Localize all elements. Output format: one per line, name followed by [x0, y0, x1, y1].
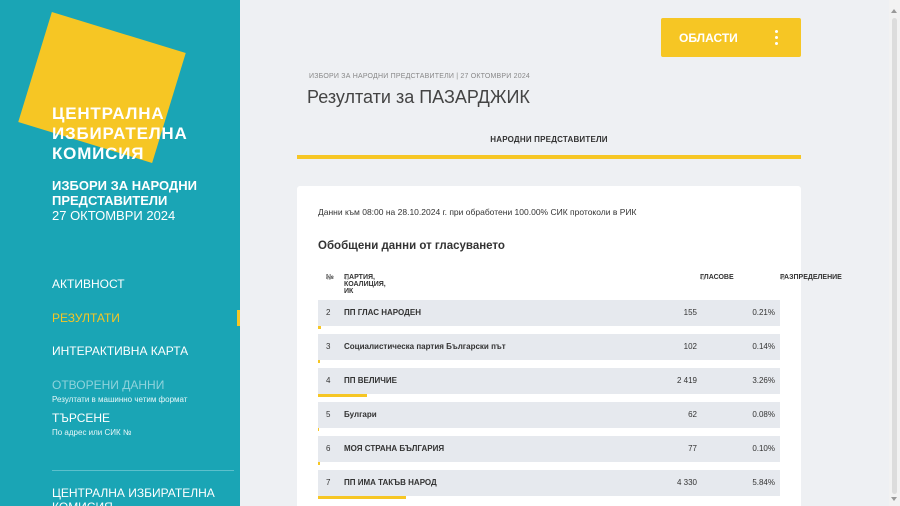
row-number: 4 [326, 376, 331, 385]
sidebar: ЦЕНТРАЛНА ИЗБИРАТЕЛНА КОМИСИЯ ИЗБОРИ ЗА … [0, 0, 240, 506]
sort-icon: ⇅ [326, 275, 332, 282]
row-party: ПП ИМА ТАКЪВ НАРОД [344, 478, 437, 487]
row-votes: 77 [688, 444, 697, 453]
row-party: МОЯ СТРАНА БЪЛГАРИЯ [344, 444, 445, 453]
results-card: Данни към 08:00 на 28.10.2024 г. при обр… [297, 186, 842, 506]
table-row: 3 Социалистическа партия Български път 1… [318, 334, 780, 363]
row-party: Социалистическа партия Български път [344, 342, 506, 351]
share-bar [318, 326, 321, 329]
results-heading: Обобщени данни от гласуването [318, 240, 505, 252]
tab-active-indicator [297, 155, 801, 159]
sidebar-item-activity[interactable]: АКТИВНОСТ [0, 276, 240, 310]
row-votes: 62 [688, 410, 697, 419]
sidebar-item-sublabel: По адрес или СИК № [52, 428, 132, 437]
sidebar-item-search[interactable]: ТЪРСЕНЕ По адрес или СИК № [0, 410, 240, 444]
sidebar-divider [52, 470, 234, 471]
election-date: 27 ОКТОМВРИ 2024 [52, 208, 176, 223]
tab-national-representatives[interactable]: НАРОДНИ ПРЕДСТАВИТЕЛИ [297, 126, 801, 144]
sidebar-item-label: ОТВОРЕНИ ДАННИ [52, 377, 165, 392]
sidebar-item-label: АКТИВНОСТ [52, 277, 125, 291]
sidebar-item-label: ТЪРСЕНЕ [52, 411, 111, 425]
tab-bar: НАРОДНИ ПРЕДСТАВИТЕЛИ [297, 126, 801, 159]
row-number: 3 [326, 342, 331, 351]
row-percentage: 0.14% [752, 342, 775, 351]
logo[interactable]: ЦЕНТРАЛНА ИЗБИРАТЕЛНА КОМИСИЯ [52, 104, 188, 164]
sort-icon: ⇅ [700, 275, 706, 282]
data-status-note: Данни към 08:00 на 28.10.2024 г. при обр… [318, 207, 637, 217]
sidebar-item-open-data[interactable]: ОТВОРЕНИ ДАННИ Резултати в машинно четим… [0, 377, 240, 411]
share-bar [318, 462, 320, 465]
scroll-down-icon[interactable] [891, 497, 897, 501]
election-title: ИЗБОРИ ЗА НАРОДНИ ПРЕДСТАВИТЕЛИ [52, 178, 197, 208]
row-percentage: 0.08% [752, 410, 775, 419]
scroll-up-icon[interactable] [891, 9, 897, 13]
table-row: 4 ПП ВЕЛИЧИЕ 2 419 3.26% [318, 368, 780, 397]
sidebar-item-interactive-map[interactable]: ИНТЕРАКТИВНА КАРТА [0, 343, 240, 377]
sidebar-item-label: ИНТЕРАКТИВНА КАРТА [52, 344, 189, 358]
row-votes: 4 330 [676, 478, 697, 487]
share-bar [318, 496, 406, 499]
logo-line-3: КОМИСИЯ [52, 144, 145, 163]
share-bar [318, 394, 367, 397]
row-percentage: 0.10% [752, 444, 775, 453]
row-party: ПП ВЕЛИЧИЕ [344, 376, 397, 385]
row-percentage: 0.21% [752, 308, 775, 317]
table-row: 5 Булгари 62 0.08% [318, 402, 780, 431]
regions-button[interactable]: ОБЛАСТИ [661, 18, 801, 57]
row-party: ПП ГЛАС НАРОДЕН [344, 308, 421, 317]
sidebar-item-sublabel: Резултати в машинно четим формат [52, 394, 188, 404]
sort-icon: ⇅ [780, 275, 786, 282]
row-number: 6 [326, 444, 331, 453]
logo-line-1: ЦЕНТРАЛНА [52, 104, 165, 123]
row-votes: 102 [683, 342, 697, 351]
table-row: 6 МОЯ СТРАНА БЪЛГАРИЯ 77 0.10% [318, 436, 780, 465]
row-party: Булгари [344, 410, 377, 419]
sort-icon: ⇅ [344, 275, 350, 282]
page-scrollbar[interactable] [889, 0, 900, 506]
row-number: 2 [326, 308, 331, 317]
sidebar-item-cik[interactable]: ЦЕНТРАЛНА ИЗБИРАТЕЛНА КОМИСИЯ [52, 486, 232, 506]
breadcrumb: ИЗБОРИ ЗА НАРОДНИ ПРЕДСТАВИТЕЛИ | 27 ОКТ… [309, 73, 531, 80]
share-bar [318, 428, 319, 431]
sidebar-item-label: РЕЗУЛТАТИ [52, 310, 120, 325]
row-votes: 155 [683, 308, 697, 317]
sidebar-item-results[interactable]: РЕЗУЛТАТИ [0, 309, 240, 344]
table-header: № ⇅ ПАРТИЯ, КОАЛИЦИЯ, ИК ⇅ ГЛАСОВЕ ⇅ РАЗПРЕ… [326, 274, 842, 295]
row-number: 7 [326, 478, 331, 487]
row-percentage: 3.26% [752, 376, 775, 385]
regions-button-label: ОБЛАСТИ [679, 30, 738, 45]
row-votes: 2 419 [676, 376, 697, 385]
page-title: Резултати за ПАЗАРДЖИК [307, 87, 530, 107]
row-number: 5 [326, 410, 331, 419]
table-row: 7 ПП ИМА ТАКЪВ НАРОД 4 330 5.84% [318, 470, 780, 499]
logo-line-2: ИЗБИРАТЕЛНА [52, 124, 188, 143]
share-bar [318, 360, 320, 363]
sidebar-nav: АКТИВНОСТ РЕЗУЛТАТИ ИНТЕРАКТИВНА КАРТА О… [0, 276, 240, 444]
scrollbar-thumb[interactable] [892, 18, 897, 494]
row-percentage: 5.84% [752, 478, 775, 487]
more-vertical-icon [775, 30, 779, 48]
table-row: 2 ПП ГЛАС НАРОДЕН 155 0.21% [318, 300, 780, 329]
